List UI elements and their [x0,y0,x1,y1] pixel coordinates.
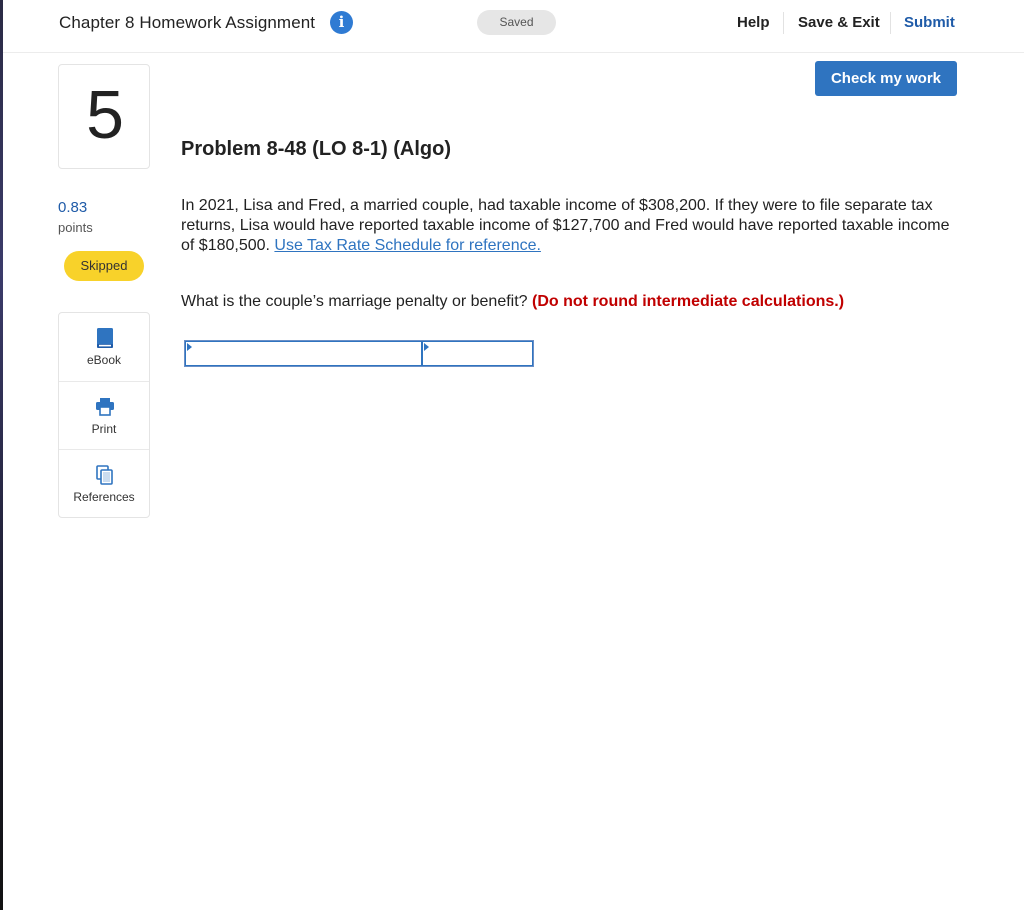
points-value: 0.83 [58,199,88,216]
answer-cell-amount[interactable] [422,341,533,366]
problem-text: In 2021, Lisa and Fred, a married couple… [181,196,951,256]
nav-divider [890,12,891,34]
printer-icon [96,398,114,416]
dropdown-flag-icon [187,343,192,351]
rounding-instruction: (Do not round intermediate calculations.… [532,293,845,310]
problem-title: Problem 8-48 (LO 8-1) (Algo) [181,138,452,160]
tool-ebook[interactable]: eBook [59,313,149,381]
submit-link[interactable]: Submit [904,14,955,31]
nav-divider [783,12,784,34]
check-my-work-button[interactable]: Check my work [815,61,957,96]
question-prompt: What is the couple’s marriage penalty or… [181,293,844,311]
window-edge [0,0,3,910]
references-icon [96,465,113,485]
save-status-badge: Saved [477,10,556,35]
question-number-card: 5 [58,64,150,169]
top-bar: Chapter 8 Homework Assignment i Saved He… [3,0,1024,53]
tool-label: References [73,490,135,504]
question-number: 5 [86,77,124,153]
tool-references[interactable]: References [59,449,149,517]
info-icon[interactable]: i [330,11,353,34]
tax-rate-schedule-link[interactable]: Use Tax Rate Schedule for reference. [274,237,541,254]
answer-input-amount[interactable] [423,342,532,365]
answer-input-label[interactable] [186,342,421,365]
book-icon [97,328,113,348]
prompt-text: What is the couple’s marriage penalty or… [181,293,528,310]
assignment-title: Chapter 8 Homework Assignment [59,13,316,32]
tool-label: eBook [86,353,122,367]
tool-print[interactable]: Print [59,381,149,449]
dropdown-flag-icon [424,343,429,351]
tool-label: Print [91,422,117,436]
points-label: points [58,220,93,235]
answer-cell-label[interactable] [185,341,422,366]
answer-row [184,340,534,367]
help-link[interactable]: Help [737,14,770,31]
status-badge: Skipped [64,251,144,281]
save-exit-link[interactable]: Save & Exit [798,14,880,31]
tools-panel: eBook Print References [58,312,150,518]
